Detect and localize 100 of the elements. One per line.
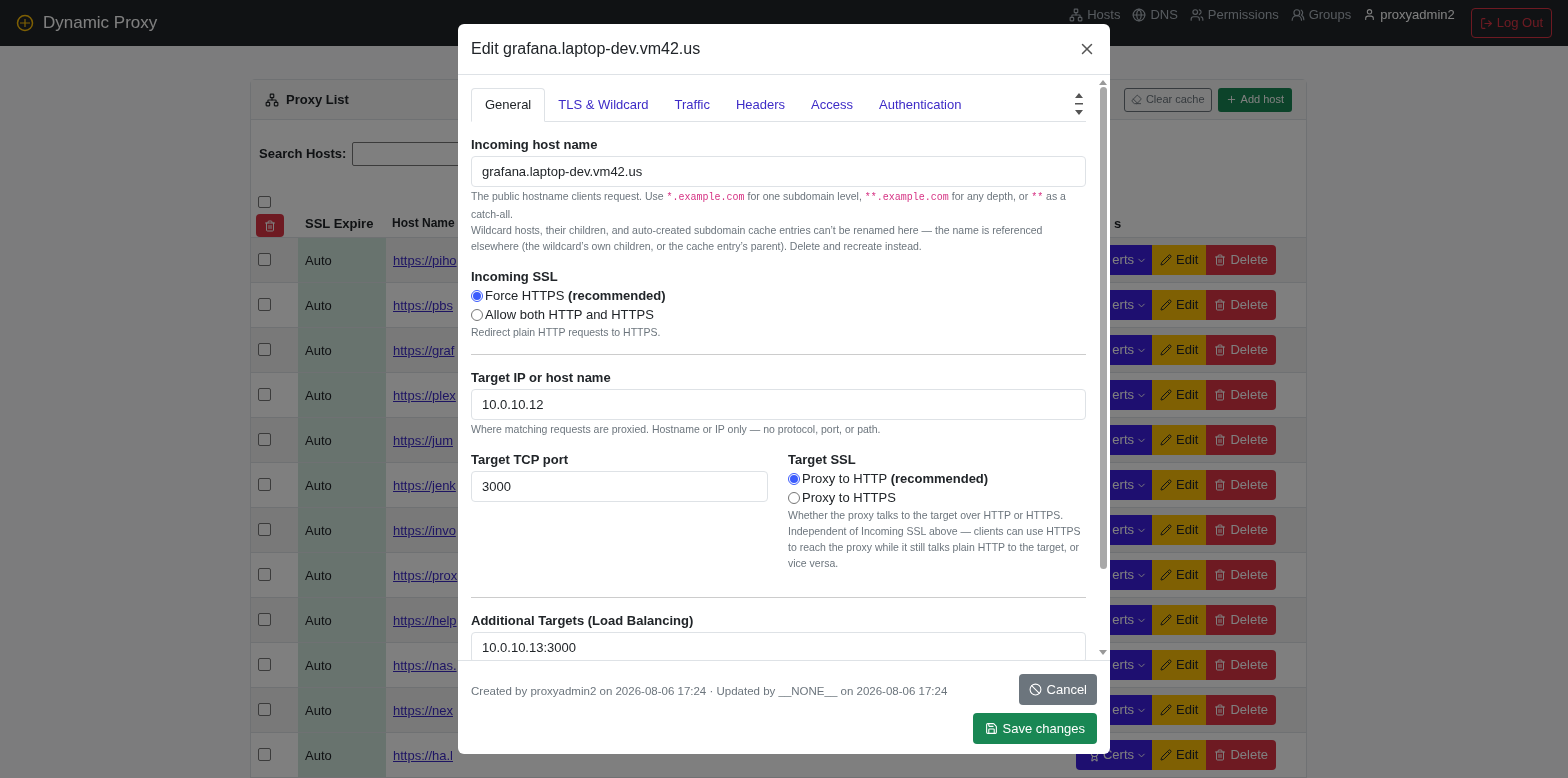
bulk-delete-button[interactable] xyxy=(256,214,284,237)
edit-button[interactable]: Edit xyxy=(1152,695,1207,725)
checkbox[interactable] xyxy=(258,196,271,209)
nav-link[interactable]: Groups xyxy=(1290,5,1352,25)
delete-button[interactable]: Delete xyxy=(1206,380,1276,410)
host-link[interactable]: https://piho xyxy=(393,253,457,268)
host-link[interactable]: https://invo xyxy=(393,523,456,538)
host-link[interactable]: https://nex xyxy=(393,703,453,718)
delete-button[interactable]: Delete xyxy=(1206,515,1276,545)
tab[interactable]: Access xyxy=(798,88,866,122)
host-link[interactable]: https://graf xyxy=(393,343,455,358)
ssl-expire-text: Auto xyxy=(305,748,332,763)
trash-icon xyxy=(1214,704,1227,716)
help-text: The public hostname clients request. Use *.example.com for one subdomain level, **.example.com for any depth, or ** as a catch-all. xyxy=(471,189,1067,222)
trash-icon xyxy=(1214,479,1227,491)
delete-button[interactable]: Delete xyxy=(1206,740,1276,770)
search-label: Search Hosts: xyxy=(259,145,347,164)
delete-button[interactable]: Delete xyxy=(1206,695,1276,725)
tab[interactable]: Traffic xyxy=(661,88,723,122)
ssl-expire-text: Auto xyxy=(305,658,332,673)
trash-icon xyxy=(1214,614,1227,626)
radio-label[interactable]: Proxy to HTTPS xyxy=(802,487,896,508)
edit-button[interactable]: Edit xyxy=(1152,560,1207,590)
checkbox[interactable] xyxy=(258,478,271,491)
nav-link[interactable]: DNS xyxy=(1132,5,1178,25)
delete-button[interactable]: Delete xyxy=(1206,335,1276,365)
checkbox[interactable] xyxy=(258,523,271,536)
delete-button[interactable]: Delete xyxy=(1206,290,1276,320)
tab[interactable]: General xyxy=(471,88,546,122)
nav-link[interactable]: Hosts xyxy=(1069,5,1121,25)
clear-cache-button[interactable]: Clear cache xyxy=(1123,87,1212,112)
user-name[interactable]: proxyadmin2 xyxy=(1363,5,1455,25)
user-icon xyxy=(1363,8,1377,22)
radio-label[interactable]: Force HTTPS (recommended) xyxy=(485,285,666,306)
checkbox[interactable] xyxy=(258,613,271,626)
edit-button[interactable]: Edit xyxy=(1152,605,1207,635)
delete-button[interactable]: Delete xyxy=(1206,560,1276,590)
checkbox[interactable] xyxy=(258,748,271,761)
delete-button[interactable]: Delete xyxy=(1206,470,1276,500)
edit-button[interactable]: Edit xyxy=(1152,650,1207,680)
host-link[interactable]: https://help xyxy=(393,613,457,628)
dialog-title: Edit grafana.laptop-dev.vm42.us xyxy=(471,39,702,59)
ssl-expire-text: Auto xyxy=(305,523,332,538)
trash-icon xyxy=(1214,299,1227,311)
trash-icon xyxy=(1214,254,1227,266)
radio-label[interactable]: Proxy to HTTP (recommended) xyxy=(802,468,989,489)
edit-button[interactable]: Edit xyxy=(1152,740,1207,770)
host-link[interactable]: https://jenk xyxy=(393,478,456,493)
checkbox[interactable] xyxy=(258,703,271,716)
tab[interactable]: Headers xyxy=(722,88,799,122)
edit-button[interactable]: Edit xyxy=(1152,425,1207,455)
edit-button[interactable]: Edit xyxy=(1152,470,1207,500)
pencil-icon xyxy=(1160,344,1172,356)
radio-label[interactable]: Allow both HTTP and HTTPS xyxy=(485,304,654,325)
tab[interactable]: Authentication xyxy=(866,88,975,122)
host-link[interactable]: https://pbs xyxy=(393,298,453,313)
add-host-button[interactable]: Add host xyxy=(1217,87,1292,112)
ssl-expire-text: Auto xyxy=(305,298,332,313)
field-label: Incoming SSL xyxy=(471,268,559,286)
pencil-icon xyxy=(1160,434,1172,446)
host-link[interactable]: https://ha.l xyxy=(393,748,453,763)
edit-button[interactable]: Edit xyxy=(1152,515,1207,545)
delete-button[interactable]: Delete xyxy=(1206,425,1276,455)
tab[interactable]: TLS & Wildcard xyxy=(545,88,662,122)
save-button[interactable]: Save changes xyxy=(972,713,1097,744)
edit-button[interactable]: Edit xyxy=(1152,380,1207,410)
host-name-field[interactable]: grafana.laptop-dev.vm42.us xyxy=(471,156,1086,187)
checkbox[interactable] xyxy=(258,658,271,671)
brand-name[interactable]: Dynamic Proxy xyxy=(43,10,158,36)
additional-targets-field[interactable]: 10.0.10.13:3000 xyxy=(471,632,1086,660)
target-host-field[interactable]: 10.0.10.12 xyxy=(471,389,1086,420)
cancel-button[interactable]: Cancel xyxy=(1018,674,1097,705)
checkbox[interactable] xyxy=(258,568,271,581)
port-field[interactable]: 3000 xyxy=(471,471,768,502)
edit-button[interactable]: Edit xyxy=(1152,335,1207,365)
edit-button[interactable]: Edit xyxy=(1152,245,1207,275)
checkbox[interactable] xyxy=(258,298,271,311)
host-link[interactable]: https://prox xyxy=(393,568,458,583)
delete-button[interactable]: Delete xyxy=(1206,650,1276,680)
checkbox[interactable] xyxy=(258,388,271,401)
column-header: s xyxy=(1114,215,1123,233)
delete-button[interactable]: Delete xyxy=(1206,245,1276,275)
host-link[interactable]: https://jum xyxy=(393,433,453,448)
field-label: Additional Targets (Load Balancing) xyxy=(471,612,695,630)
scroll-down-icon[interactable] xyxy=(1099,650,1107,656)
checkbox[interactable] xyxy=(258,343,271,356)
host-link[interactable]: https://plex xyxy=(393,388,456,403)
pencil-icon xyxy=(1160,479,1172,491)
checkbox[interactable] xyxy=(258,253,271,266)
scroll-tabs-icon[interactable] xyxy=(1074,91,1084,117)
host-link[interactable]: https://nas. xyxy=(393,658,457,673)
scroll-up-icon[interactable] xyxy=(1099,79,1107,85)
pencil-icon xyxy=(1160,299,1172,311)
checkbox[interactable] xyxy=(258,433,271,446)
ssl-expire-text: Auto xyxy=(305,478,332,493)
edit-button[interactable]: Edit xyxy=(1152,290,1207,320)
nav-link[interactable]: Permissions xyxy=(1189,5,1279,25)
logout-icon xyxy=(1479,16,1493,30)
logo-icon xyxy=(16,14,34,32)
delete-button[interactable]: Delete xyxy=(1206,605,1276,635)
